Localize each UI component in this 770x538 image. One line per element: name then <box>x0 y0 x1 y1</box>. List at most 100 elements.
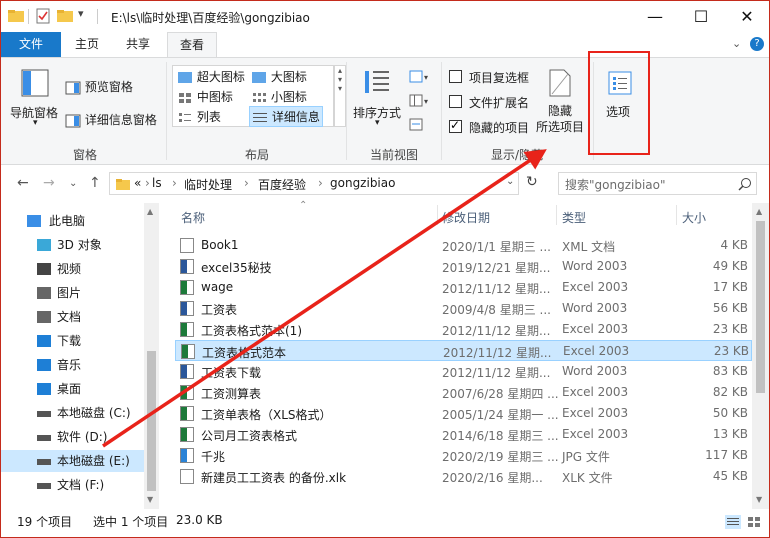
nav-item[interactable]: 本地磁盘 (E:) <box>1 450 144 472</box>
breadcrumb-gongzibiao[interactable]: gongzibiao <box>330 176 395 190</box>
breadcrumb-baidu[interactable]: 百度经验 <box>258 176 306 193</box>
group-current-view-label: 当前视图 <box>369 148 418 162</box>
file-name: wage <box>201 280 234 294</box>
breadcrumb-temp[interactable]: 临时处理 <box>184 176 232 193</box>
back-icon[interactable]: ← <box>17 175 29 191</box>
ribbon-expand-icon[interactable]: ⌄ <box>732 37 741 50</box>
3d-objects-icon <box>37 239 51 251</box>
preview-pane-button[interactable]: 预览窗格 <box>65 78 133 95</box>
file-row[interactable]: 工资表下载 2012/11/12 星期... Word 2003 83 KB <box>175 361 752 382</box>
forward-icon[interactable]: → <box>43 175 55 191</box>
hide-selected-items-button[interactable]: 隐藏 所选项目 <box>533 66 589 138</box>
navigation-pane: 此电脑 3D 对象 视频图片文档 下载 音乐 桌面 本地磁盘 (C:) 软件 (D:) 本地磁盘… <box>1 203 159 509</box>
file-name: 公司月工资表格式 <box>201 429 298 443</box>
item-checkboxes-checkbox[interactable] <box>449 70 462 83</box>
nav-item[interactable]: 3D 对象 <box>1 234 144 256</box>
file-size: 49 KB <box>712 259 748 273</box>
column-name[interactable]: 名称 <box>181 209 205 226</box>
tab-home[interactable]: 主页 <box>65 32 109 57</box>
file-date: 2007/6/28 星期四 ... <box>442 387 559 401</box>
address-dropdown-icon[interactable]: ⌄ <box>506 176 514 187</box>
details-view-toggle-icon[interactable] <box>725 515 741 529</box>
file-name: 工资表格式范本 <box>202 346 287 360</box>
documents-icon <box>37 311 51 323</box>
nav-pane-scrollbar[interactable]: ▲ ▼ <box>144 203 159 509</box>
file-row[interactable]: 公司月工资表格式 2014/6/18 星期三 ... Excel 2003 13 KB <box>175 424 752 445</box>
layout-scroll[interactable]: ▴ ▾ ▾ <box>334 65 346 127</box>
column-type[interactable]: 类型 <box>562 209 586 226</box>
recent-locations-icon[interactable]: ⌄ <box>69 178 77 189</box>
file-row[interactable]: 工资表格式范本 2012/11/12 星期... Excel 2003 23 KB <box>175 340 752 361</box>
new-folder-icon[interactable] <box>56 7 74 25</box>
hidden-items-checkbox[interactable] <box>449 118 462 133</box>
tab-view[interactable]: 查看 <box>167 32 217 58</box>
file-row[interactable]: 工资表 2009/4/8 星期三 ... Word 2003 56 KB <box>175 298 752 319</box>
large-icons-toggle-icon[interactable] <box>746 515 762 529</box>
file-date: 2012/11/12 星期... <box>443 346 552 360</box>
layout-xlarge-icons[interactable]: 超大图标 <box>177 68 245 85</box>
file-row[interactable]: 工资单表格（XLS格式） 2005/1/24 星期一 ... Excel 2003 5… <box>175 403 752 424</box>
file-row[interactable]: 工资测算表 2007/6/28 星期四 ... Excel 2003 82 KB <box>175 382 752 403</box>
sort-by-button[interactable]: 排序方式 ▾ <box>351 66 405 136</box>
preview-pane-label: 预览窗格 <box>84 80 133 94</box>
search-box[interactable]: 搜索"gongzibiao" <box>558 172 757 195</box>
column-size[interactable]: 大小 <box>682 209 706 226</box>
layout-large-icons[interactable]: 大图标 <box>251 68 307 85</box>
file-extensions-checkbox[interactable] <box>449 95 462 108</box>
nav-item[interactable]: 软件 (D:) <box>1 426 144 448</box>
file-row[interactable]: excel35秘技 2019/12/21 星期... Word 2003 49 KB <box>175 256 752 277</box>
word-file-icon <box>180 364 194 379</box>
excel-file-icon <box>181 344 195 359</box>
file-row[interactable]: 工资表格式范本(1) 2012/11/12 星期... Excel 2003 23 K… <box>175 319 752 340</box>
column-header: ⌃ 名称 修改日期 类型 大小 <box>159 200 769 227</box>
size-columns-icon[interactable] <box>409 118 425 132</box>
nav-item[interactable]: 下载 <box>1 330 144 352</box>
selected-count: 选中 1 个项目 <box>93 515 169 529</box>
properties-icon[interactable] <box>34 7 52 25</box>
sort-arrow-icon: ⌃ <box>299 200 308 211</box>
layout-medium-icons[interactable]: 中图标 <box>177 88 233 105</box>
file-row[interactable]: 千兆 2020/2/19 星期三 ... JPG 文件 117 KB <box>175 445 752 466</box>
close-button[interactable]: ✕ <box>724 1 769 32</box>
file-size: 17 KB <box>712 280 748 294</box>
file-type: Word 2003 <box>562 364 628 378</box>
help-icon[interactable]: ? <box>750 37 764 51</box>
layout-details[interactable]: 详细信息 <box>249 106 323 127</box>
nav-item[interactable]: 视频 <box>1 258 144 280</box>
column-date[interactable]: 修改日期 <box>442 209 490 226</box>
layout-small-icons[interactable]: 小图标 <box>251 88 307 105</box>
options-button[interactable]: 选项 <box>595 66 645 138</box>
tab-share[interactable]: 共享 <box>116 32 160 57</box>
nav-item[interactable]: 此电脑 <box>1 210 144 232</box>
search-input[interactable]: 搜索"gongzibiao" <box>565 176 666 193</box>
breadcrumb-ls[interactable]: ls <box>152 176 162 190</box>
refresh-icon[interactable]: ↻ <box>526 174 538 190</box>
tab-file[interactable]: 文件 <box>1 32 61 57</box>
maximize-button[interactable]: ☐ <box>678 1 724 32</box>
file-row[interactable]: Book1 2020/1/1 星期三 ... XML 文档 4 KB <box>175 235 752 256</box>
up-icon[interactable]: ↑ <box>89 175 101 191</box>
nav-item[interactable]: 音乐 <box>1 354 144 376</box>
drive-icon <box>37 411 51 417</box>
nav-pane-button[interactable]: 导航窗格 ▾ <box>7 66 63 136</box>
breadcrumb-overflow[interactable]: « <box>134 176 141 190</box>
excel-file-icon <box>180 385 194 400</box>
nav-item[interactable]: 图片 <box>1 282 144 304</box>
file-row[interactable]: wage 2012/11/12 星期... Excel 2003 17 KB <box>175 277 752 298</box>
file-size: 4 KB <box>720 238 748 252</box>
file-type: XLK 文件 <box>562 471 613 485</box>
nav-item[interactable]: 本地磁盘 (C:) <box>1 402 144 424</box>
file-list-scrollbar[interactable]: ▲ ▼ <box>752 203 769 509</box>
layout-list[interactable]: 列表 <box>177 108 221 125</box>
add-columns-icon[interactable]: ▾ <box>409 94 431 108</box>
nav-item[interactable]: 文档 <box>1 306 144 328</box>
nav-item[interactable]: 桌面 <box>1 378 144 400</box>
details-pane-button[interactable]: 详细信息窗格 <box>65 111 157 128</box>
group-by-icon[interactable]: ▾ <box>409 70 431 84</box>
minimize-button[interactable]: — <box>632 1 678 32</box>
file-row[interactable]: 新建员工工资表 的备份.xlk 2020/2/16 星期... XLK 文件 45 K… <box>175 466 752 487</box>
address-bar[interactable]: « › ls › 临时处理 › 百度经验 › gongzibiao ⌄ <box>109 172 519 195</box>
quick-access-dropdown[interactable]: ▾ <box>78 7 84 20</box>
nav-item[interactable]: 文档 (F:) <box>1 474 144 496</box>
nav-item-label: 图片 <box>57 286 82 300</box>
